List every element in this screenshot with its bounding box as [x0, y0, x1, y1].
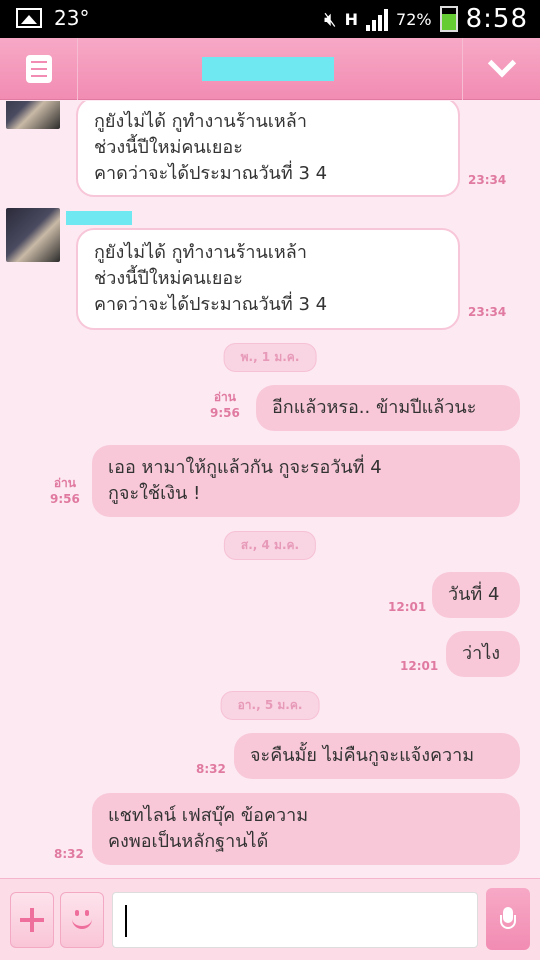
dropdown-button[interactable] — [462, 38, 540, 100]
message-time: 8:32 — [196, 762, 226, 776]
smiley-icon — [70, 908, 94, 932]
add-button[interactable] — [10, 892, 54, 948]
battery-icon — [439, 6, 458, 32]
signal-icon — [366, 7, 389, 31]
message-time: 23:34 — [468, 173, 507, 187]
message-time: 8:32 — [54, 847, 84, 861]
message-bubble[interactable]: เออ หามาให้กูแล้วกัน กูจะรอวันที่ 4 กูจะ… — [92, 445, 520, 517]
message-bubble[interactable]: ว่าไง — [446, 631, 520, 677]
menu-button[interactable] — [0, 38, 78, 100]
sender-name — [66, 211, 132, 225]
chat-list[interactable]: กูยังไม่ได้ กูทำงานร้านเหล้า ช่วงนี้ปีให… — [0, 101, 540, 878]
message-bubble[interactable]: แชทไลน์ เฟสบุ๊ค ข้อความ คงพอเป็นหลักฐานไ… — [92, 793, 520, 865]
temperature: 23° — [54, 6, 90, 30]
message-bubble[interactable]: อีกแล้วหรอ.. ข้ามปีแล้วนะ — [256, 385, 520, 431]
avatar[interactable] — [6, 101, 60, 129]
battery-percent: 72% — [396, 9, 432, 29]
message-bubble[interactable]: วันที่ 4 — [432, 572, 520, 618]
date-separator: ส., 4 ม.ค. — [223, 531, 317, 560]
message-time: 12:01 — [388, 600, 427, 614]
text-caret — [125, 905, 127, 937]
input-bar — [0, 878, 540, 960]
chevron-down-icon — [487, 49, 516, 78]
network-type: H — [344, 9, 359, 29]
message-bubble[interactable]: กูยังไม่ได้ กูทำงานร้านเหล้า ช่วงนี้ปีให… — [76, 228, 460, 330]
message-time: 12:01 — [400, 659, 439, 673]
status-bar: 23° 🔇︎ H 72% 8:58 — [0, 0, 540, 38]
message-time: 23:34 — [468, 305, 507, 319]
clock: 8:58 — [465, 4, 528, 34]
date-separator: อา., 5 ม.ค. — [220, 691, 320, 720]
mute-icon: 🔇︎ — [324, 7, 337, 31]
chat-title — [202, 57, 334, 81]
message-read-time: อ่าน 9:56 — [210, 390, 240, 420]
menu-icon — [25, 55, 52, 83]
voice-button[interactable] — [486, 888, 530, 950]
emoji-button[interactable] — [60, 892, 104, 948]
gallery-icon — [16, 8, 42, 28]
message-bubble[interactable]: กูยังไม่ได้ กูทำงานร้านเหล้า ช่วงนี้ปีให… — [76, 101, 460, 197]
date-separator: พ., 1 ม.ค. — [223, 343, 317, 372]
avatar[interactable] — [6, 208, 60, 262]
chat-header — [0, 38, 540, 100]
plus-icon — [20, 908, 44, 932]
message-input[interactable] — [112, 892, 478, 948]
message-read-time: อ่าน 9:56 — [50, 476, 80, 506]
message-bubble[interactable]: จะคืนมั้ย ไม่คืนกูจะแจ้งความ — [234, 733, 520, 779]
microphone-icon — [500, 907, 516, 931]
